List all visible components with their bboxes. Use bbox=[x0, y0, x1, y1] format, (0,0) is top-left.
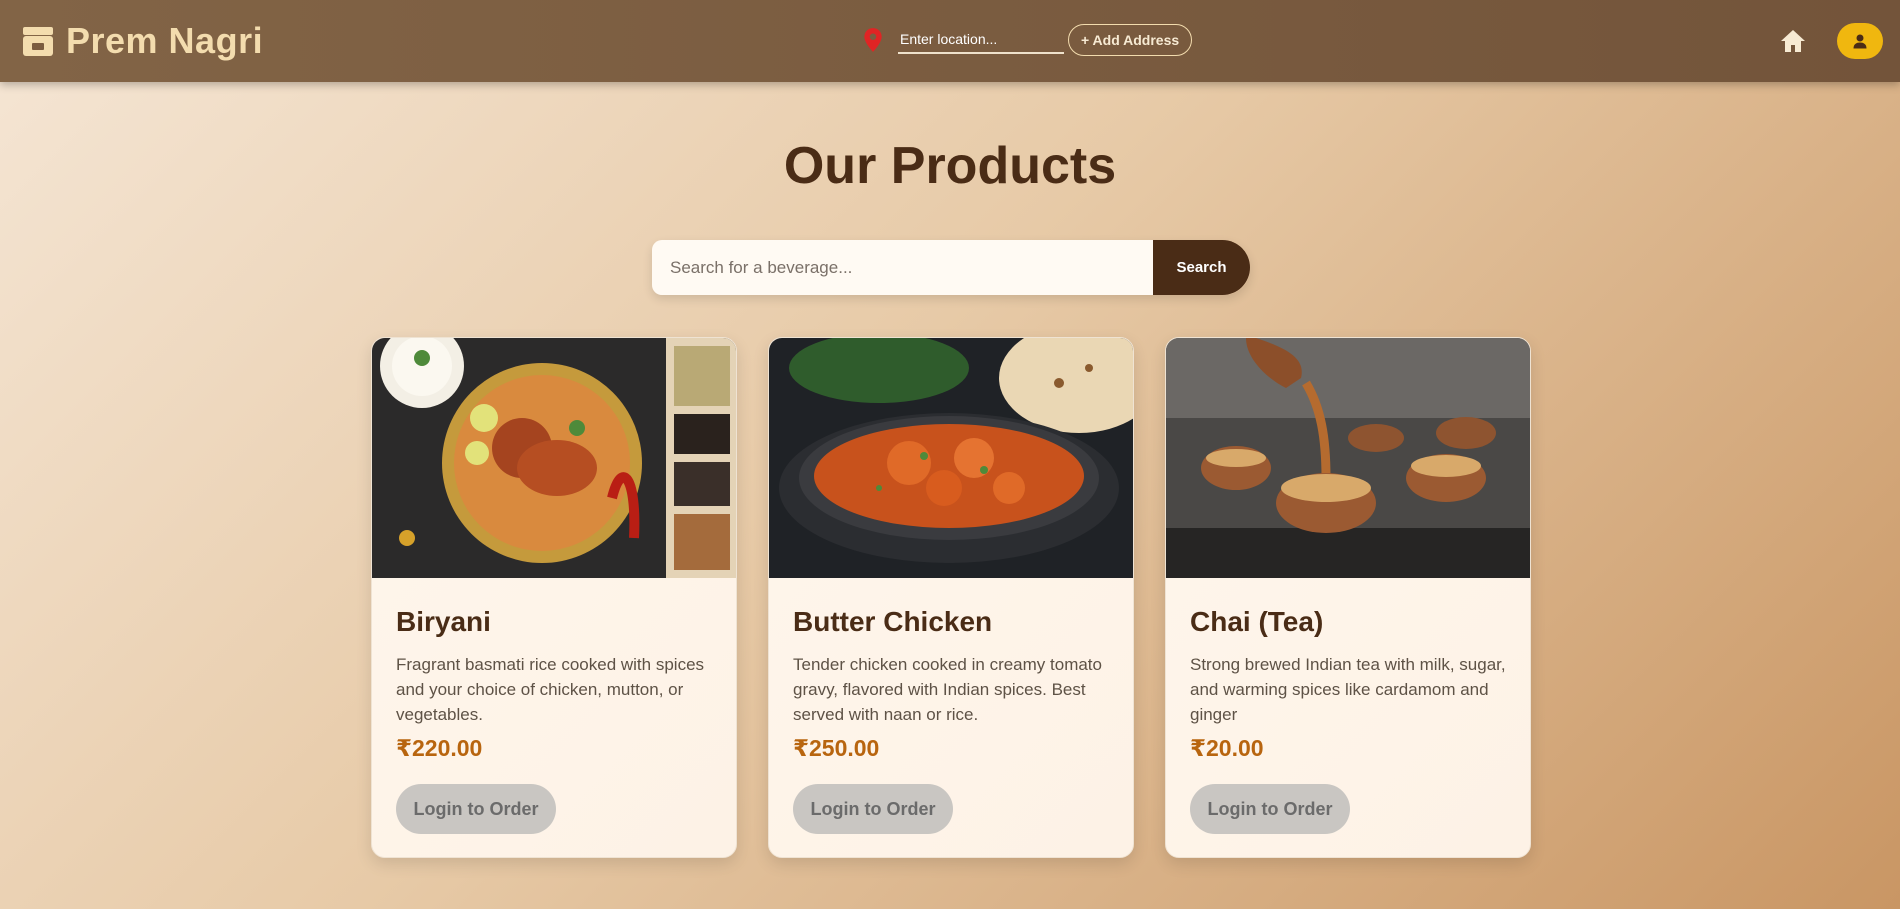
search-input[interactable] bbox=[652, 240, 1153, 295]
page-title: Our Products bbox=[783, 137, 1117, 195]
login-to-order-button[interactable]: Login to Order bbox=[396, 784, 556, 834]
product-price: ₹20.00 bbox=[1190, 735, 1264, 761]
location-bar: + Add Address bbox=[860, 24, 1193, 56]
product-image-biryani bbox=[372, 338, 736, 578]
product-card-butter-chicken: Butter Chicken Tender chicken cooked in … bbox=[768, 337, 1134, 858]
product-description: Tender chicken cooked in creamy tomato g… bbox=[793, 655, 1102, 724]
search-bar: Search bbox=[652, 240, 1250, 295]
product-card-biryani: Biryani Fragrant basmati rice cooked wit… bbox=[371, 337, 737, 858]
product-image-butter-chicken bbox=[769, 338, 1133, 578]
top-navigation-bar: Prem Nagri + Add Address bbox=[0, 0, 1900, 82]
product-price: ₹250.00 bbox=[793, 735, 880, 761]
user-icon bbox=[1853, 34, 1867, 49]
search-button[interactable]: Search bbox=[1153, 240, 1250, 295]
profile-button[interactable] bbox=[1837, 23, 1883, 59]
brand-name: Prem Nagri bbox=[66, 20, 264, 61]
location-input[interactable] bbox=[898, 26, 1064, 54]
login-to-order-button[interactable]: Login to Order bbox=[793, 784, 953, 834]
store-icon bbox=[23, 27, 53, 56]
product-image-chai bbox=[1166, 338, 1530, 578]
login-to-order-button[interactable]: Login to Order bbox=[1190, 784, 1350, 834]
location-pin-icon bbox=[864, 28, 882, 52]
product-description: Fragrant basmati rice cooked with spices… bbox=[396, 655, 705, 724]
product-name: Chai (Tea) bbox=[1190, 606, 1324, 637]
brand-logo[interactable]: Prem Nagri bbox=[20, 20, 263, 62]
product-description: Strong brewed Indian tea with milk, suga… bbox=[1190, 655, 1506, 724]
home-icon bbox=[1781, 30, 1805, 52]
product-name: Biryani bbox=[396, 606, 491, 637]
product-price: ₹220.00 bbox=[396, 735, 483, 761]
home-button[interactable] bbox=[1778, 27, 1808, 55]
product-name: Butter Chicken bbox=[793, 606, 993, 637]
add-address-button[interactable]: + Add Address bbox=[1068, 24, 1193, 56]
product-card-chai: Chai (Tea) Strong brewed Indian tea with… bbox=[1165, 337, 1531, 858]
